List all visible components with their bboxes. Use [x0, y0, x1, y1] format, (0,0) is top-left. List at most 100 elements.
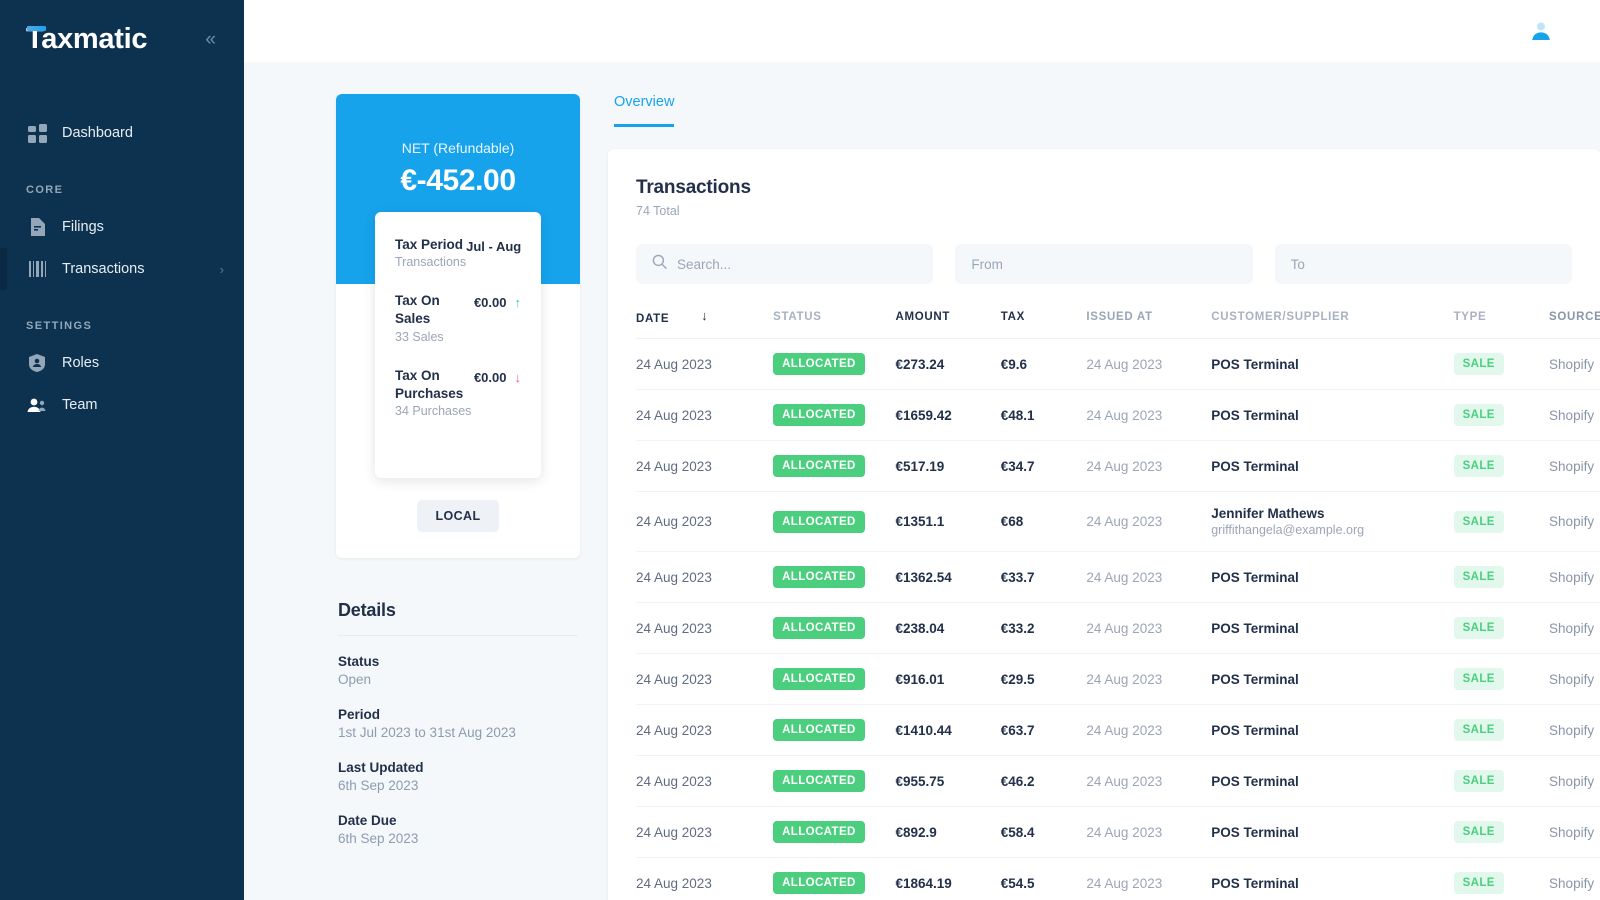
detail-label: Status	[338, 654, 380, 670]
status-badge: ALLOCATED	[773, 510, 865, 533]
detail-date-due: Date Due 6th Sep 2023	[338, 813, 578, 846]
table-row[interactable]: 24 Aug 2023 ALLOCATED €916.01 €29.5 24 Aug 2…	[636, 653, 1600, 705]
net-label: NET (Refundable)	[401, 140, 515, 156]
sidebar-item-roles[interactable]: Roles	[0, 342, 244, 384]
column-header-source[interactable]: SOURCE	[1549, 308, 1600, 339]
row-value-text: €0.00	[473, 295, 507, 311]
cell-tax: €34.7	[1000, 440, 1087, 492]
cell-date: 24 Aug 2023	[636, 602, 774, 654]
to-date-field[interactable]	[1274, 244, 1572, 284]
customer-email: griffithangela@example.org	[1211, 523, 1365, 537]
cell-tax: €46.2	[1000, 755, 1087, 807]
table-row[interactable]: 24 Aug 2023 ALLOCATED €1351.1 €68 24 Aug 202…	[636, 491, 1600, 552]
cell-customer-supplier: POS Terminal	[1211, 806, 1454, 858]
chevron-double-left-icon[interactable]: «	[199, 26, 222, 53]
cell-type: SALE	[1453, 704, 1550, 756]
sidebar-item-transactions[interactable]: Transactions ›	[0, 248, 244, 290]
table-row[interactable]: 24 Aug 2023 ALLOCATED €955.75 €46.2 24 Aug 2…	[636, 755, 1600, 807]
cell-tax: €29.5	[1000, 653, 1087, 705]
table-row[interactable]: 24 Aug 2023 ALLOCATED €1362.54 €33.7 24 Aug …	[636, 551, 1600, 603]
details-divider	[338, 635, 578, 637]
detail-value: 6th Sep 2023	[338, 778, 419, 794]
detail-value: Open	[338, 672, 372, 688]
row-value-text: Jul - Aug	[466, 239, 522, 254]
cell-amount: €273.24	[895, 338, 1001, 390]
summary-row-tax-on-purchases: Tax On Purchases 34 Purchases €0.00 ↓	[395, 367, 521, 418]
summary-row-tax-on-sales: Tax On Sales 33 Sales €0.00 ↑	[395, 292, 521, 343]
table-row[interactable]: 24 Aug 2023 ALLOCATED €1659.42 €48.1 24 Aug …	[636, 389, 1600, 441]
status-badge: ALLOCATED	[773, 872, 865, 894]
cell-type: SALE	[1453, 602, 1550, 654]
logo-accent-bar	[27, 25, 46, 31]
cell-issued-at: 24 Aug 2023	[1086, 338, 1212, 390]
user-avatar-icon[interactable]	[1530, 20, 1552, 42]
search-input[interactable]	[677, 256, 918, 272]
sidebar-item-team[interactable]: Team	[0, 384, 244, 426]
document-icon	[26, 216, 48, 238]
search-field[interactable]	[636, 244, 934, 284]
status-badge: ALLOCATED	[773, 770, 865, 792]
cell-tax: €63.7	[1000, 704, 1087, 756]
details-panel: Details Status Open Period 1st Jul 2023 …	[336, 600, 580, 846]
column-header-issued-at[interactable]: ISSUED AT	[1086, 308, 1212, 339]
detail-status: Status Open	[338, 654, 578, 687]
detail-label: Date Due	[338, 813, 397, 829]
cell-tax: €33.7	[1000, 551, 1087, 603]
customer-name: Jennifer Mathews	[1211, 506, 1325, 521]
table-head: DATE ↓ STATUS AMOUNT TAX ISSUED AT CUSTO…	[636, 308, 1600, 339]
sidebar-item-dashboard[interactable]: Dashboard	[0, 112, 244, 154]
summary-column: NET (Refundable) €-452.00 Tax Period Tra…	[244, 94, 608, 900]
barcode-icon	[26, 258, 48, 280]
cell-date: 24 Aug 2023	[636, 806, 774, 858]
cell-type: SALE	[1453, 551, 1550, 603]
cell-status: ALLOCATED	[773, 704, 896, 756]
customer-name: POS Terminal	[1211, 458, 1299, 474]
customer-name: POS Terminal	[1211, 722, 1299, 738]
brand-logo[interactable]: Taxmatic	[26, 24, 147, 54]
status-badge: ALLOCATED	[773, 404, 865, 426]
column-header-tax[interactable]: TAX	[1000, 308, 1087, 339]
column-header-date[interactable]: DATE ↓	[636, 308, 774, 339]
table-row[interactable]: 24 Aug 2023 ALLOCATED €517.19 €34.7 24 Aug 2…	[636, 440, 1600, 492]
sidebar-item-label: Transactions	[62, 261, 145, 277]
column-header-customer-supplier[interactable]: CUSTOMER/SUPPLIER	[1211, 308, 1454, 339]
local-button[interactable]: LOCAL	[417, 500, 499, 533]
cell-status: ALLOCATED	[773, 653, 896, 705]
table-row[interactable]: 24 Aug 2023 ALLOCATED €273.24 €9.6 24 Aug 20…	[636, 338, 1600, 390]
sort-desc-icon: ↓	[701, 308, 709, 323]
cell-type: SALE	[1453, 755, 1550, 807]
cell-type: SALE	[1453, 338, 1550, 390]
row-value: €0.00 ↓	[474, 367, 521, 385]
from-date-input[interactable]	[971, 256, 1237, 272]
cell-date: 24 Aug 2023	[636, 653, 774, 705]
status-badge: ALLOCATED	[773, 821, 865, 843]
to-date-input[interactable]	[1290, 256, 1556, 272]
column-header-amount[interactable]: AMOUNT	[895, 308, 1001, 339]
column-header-type[interactable]: TYPE	[1453, 308, 1550, 339]
tab-bar: Overview	[608, 94, 1600, 127]
cell-issued-at: 24 Aug 2023	[1086, 653, 1212, 705]
table-row[interactable]: 24 Aug 2023 ALLOCATED €1410.44 €63.7 24 Aug …	[636, 704, 1600, 756]
sidebar-item-filings[interactable]: Filings	[0, 206, 244, 248]
column-header-status[interactable]: STATUS	[773, 308, 896, 339]
cell-tax: €58.4	[1000, 806, 1087, 858]
cell-type: SALE	[1453, 440, 1550, 492]
table-row[interactable]: 24 Aug 2023 ALLOCATED €1864.19 €54.5 24 Aug …	[636, 857, 1600, 900]
tab-overview[interactable]: Overview	[614, 94, 675, 127]
cell-amount: €1362.54	[895, 551, 1001, 603]
cell-status: ALLOCATED	[773, 602, 896, 654]
table-row[interactable]: 24 Aug 2023 ALLOCATED €238.04 €33.2 24 Aug 2…	[636, 602, 1600, 654]
customer-name: POS Terminal	[1211, 671, 1299, 687]
from-date-field[interactable]	[955, 244, 1253, 284]
app-root: Taxmatic « Dashboard CORE Filings Transa…	[0, 0, 1600, 900]
table-row[interactable]: 24 Aug 2023 ALLOCATED €892.9 €58.4 24 Aug 20…	[636, 806, 1600, 858]
cell-amount: €1351.1	[895, 491, 1001, 552]
status-badge: ALLOCATED	[773, 455, 865, 477]
row-title: Tax On Purchases	[395, 367, 464, 401]
cell-issued-at: 24 Aug 2023	[1086, 755, 1212, 807]
customer-name: POS Terminal	[1211, 620, 1299, 636]
row-title: Tax Period	[395, 237, 464, 252]
cell-amount: €916.01	[895, 653, 1001, 705]
cell-issued-at: 24 Aug 2023	[1086, 704, 1212, 756]
transactions-table-wrap: DATE ↓ STATUS AMOUNT TAX ISSUED AT CUSTO…	[636, 308, 1600, 900]
